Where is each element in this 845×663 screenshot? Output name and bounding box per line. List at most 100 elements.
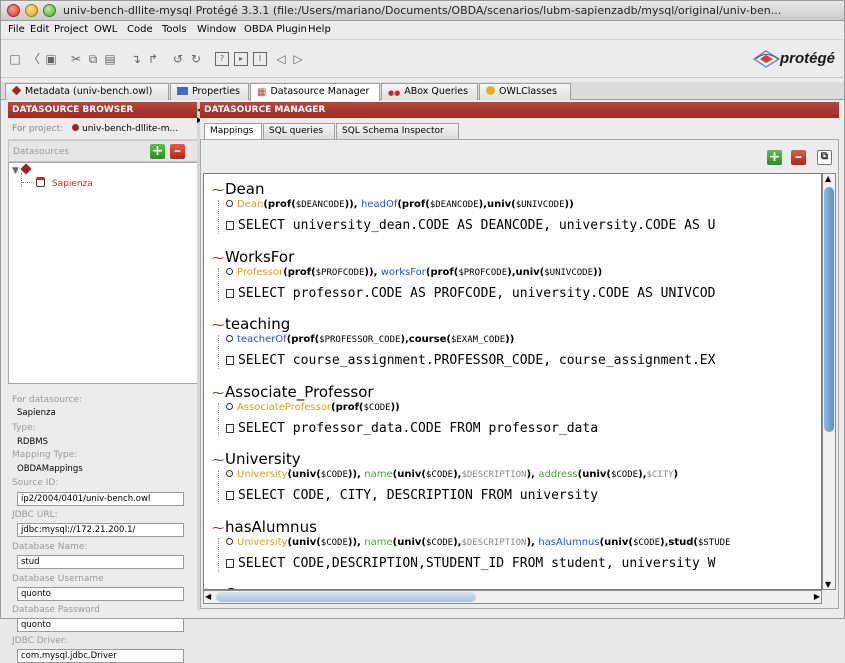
- save-icon[interactable]: ▣: [44, 52, 58, 66]
- menu-window[interactable]: Window: [197, 24, 236, 35]
- mapping-id[interactable]: ⁓WorksFor: [212, 248, 294, 266]
- copy-icon[interactable]: ⧉: [86, 52, 100, 66]
- database-password-field[interactable]: quonto: [17, 618, 184, 632]
- head-circle-icon: [226, 537, 233, 545]
- menu-tools[interactable]: Tools: [162, 24, 187, 35]
- scroll-right-icon[interactable]: ▶: [814, 592, 820, 601]
- tab-owlclasses[interactable]: OWLClasses: [479, 83, 571, 100]
- tab-datasource-manager[interactable]: ▦ Datasource Manager: [250, 83, 380, 101]
- menu-project[interactable]: Project: [54, 24, 88, 35]
- project-value-text: univ-bench-dllite-m...: [82, 124, 179, 134]
- head-token: address: [538, 469, 578, 480]
- paste-icon[interactable]: ▤: [103, 52, 117, 66]
- menu-file[interactable]: File: [8, 24, 25, 35]
- close-window-button[interactable]: [7, 4, 20, 17]
- add-datasource-button[interactable]: +: [150, 144, 165, 159]
- mapping-id[interactable]: ⁓hasAlumnus: [212, 518, 317, 536]
- mapping-sql[interactable]: SELECT university_dean.CODE AS DEANCODE,…: [226, 218, 715, 233]
- forward-icon[interactable]: ▷: [291, 52, 305, 66]
- mapping-sql[interactable]: SELECT CODE,DESCRIPTION,STUDENT_ID FROM …: [226, 556, 715, 571]
- database-name-field[interactable]: stud: [17, 555, 184, 569]
- import-icon[interactable]: ↴: [129, 52, 143, 66]
- head-token: ),: [526, 469, 539, 480]
- source-id-label: Source ID:: [12, 478, 59, 488]
- back-icon[interactable]: ◁: [274, 52, 288, 66]
- subtab-sql-queries[interactable]: SQL queries: [263, 123, 335, 139]
- instance-icon[interactable]: I: [253, 52, 267, 66]
- menu-obda-plugin[interactable]: OBDA Plugin: [244, 24, 307, 35]
- tab-properties[interactable]: Properties: [170, 83, 249, 100]
- subtab-sql-schema-inspector[interactable]: SQL Schema Inspector: [336, 123, 459, 139]
- head-token: )): [593, 266, 603, 278]
- datasource-manager-header: DATASOURCE MANAGER: [200, 102, 839, 118]
- tree-line: [218, 537, 219, 572]
- mapping-head[interactable]: University(univ($CODE)), name(univ($CODE…: [226, 537, 731, 548]
- mapping-head[interactable]: AssociateProfessor(prof($CODE)): [226, 402, 400, 413]
- scroll-up-icon[interactable]: ▲: [825, 174, 831, 183]
- scroll-left-icon[interactable]: ◀: [205, 592, 211, 601]
- title-bar: univ-bench-dllite-mysql Protégé 3.3.1 (f…: [1, 1, 844, 21]
- horizontal-scrollbar[interactable]: ◀ ▶: [203, 590, 822, 604]
- menu-code[interactable]: Code: [127, 24, 153, 35]
- undo-icon[interactable]: ↺: [171, 52, 185, 66]
- open-folder-icon[interactable]: 〈: [27, 52, 41, 66]
- menu-edit[interactable]: Edit: [30, 24, 49, 35]
- datasource-tree: ▼ Sapienza: [8, 162, 200, 384]
- menu-help[interactable]: Help: [308, 24, 331, 35]
- head-token: )),: [347, 536, 365, 548]
- subtab-mappings[interactable]: Mappings: [204, 123, 262, 139]
- jdbc-driver-field[interactable]: com.mysql.jdbc.Driver: [17, 649, 184, 663]
- mapping-id[interactable]: ⁓teaching: [212, 315, 290, 333]
- remove-mapping-button[interactable]: –: [791, 150, 806, 165]
- head-token: (univ(: [577, 469, 611, 480]
- help-icon[interactable]: ?: [215, 52, 229, 66]
- sql-text: SELECT CODE, CITY, DESCRIPTION FROM univ…: [238, 488, 599, 503]
- source-id-field[interactable]: ip2/2004/0401/univ-bench.owl: [17, 492, 184, 506]
- mapping-head[interactable]: teacherOf(prof($PROFESSOR_CODE),course($…: [226, 334, 514, 345]
- head-token: $PROFCODE: [315, 267, 365, 278]
- mapping-head[interactable]: University(univ($CODE)), name(univ($CODE…: [226, 469, 678, 480]
- tab-owlclasses-label: OWLClasses: [499, 86, 557, 97]
- window-title: univ-bench-dllite-mysql Protégé 3.3.1 (f…: [63, 4, 782, 17]
- form-icon[interactable]: ▸: [234, 52, 248, 66]
- mapping-sql[interactable]: SELECT professor_data.CODE FROM professo…: [226, 421, 598, 436]
- mapping-sql[interactable]: SELECT professor.CODE AS PROFCODE, unive…: [226, 286, 715, 301]
- database-username-field[interactable]: quonto: [17, 587, 184, 601]
- head-token: )): [390, 401, 400, 413]
- sapienza-node[interactable]: Sapienza: [36, 177, 93, 189]
- export-icon[interactable]: ↱: [146, 52, 160, 66]
- tab-metadata[interactable]: Metadata (univ-bench.owl): [5, 83, 169, 100]
- mapping-node-icon: ⁓: [212, 183, 224, 197]
- zoom-window-button[interactable]: [43, 4, 56, 17]
- new-file-icon[interactable]: □: [8, 52, 22, 66]
- project-label: For project:: [12, 124, 64, 134]
- mapping-node-icon: ⁓: [212, 520, 224, 535]
- mapping-id[interactable]: ⁓University: [212, 450, 301, 468]
- vertical-scrollbar[interactable]: ▲ ▼: [822, 173, 836, 590]
- horizontal-scroll-thumb[interactable]: [216, 592, 476, 602]
- mapping-id[interactable]: ⁓Dean: [212, 180, 264, 198]
- jdbc-url-label: JDBC URL:: [12, 510, 58, 520]
- add-mapping-button[interactable]: +: [767, 150, 782, 165]
- mapping-head[interactable]: Professor(prof($PROFCODE)), worksFor(pro…: [226, 267, 602, 278]
- jdbc-url-field[interactable]: jdbc:mysql://172.21.200.1/: [17, 523, 184, 537]
- cut-icon[interactable]: ✂: [69, 52, 83, 66]
- redo-icon[interactable]: ↻: [189, 52, 203, 66]
- tree-expand-icon[interactable]: ▼: [12, 166, 19, 176]
- mapping-id-text: teaching: [225, 315, 291, 333]
- tab-abox-queries[interactable]: ●● ABox Queries: [381, 83, 478, 100]
- duplicate-mapping-button[interactable]: ⧉: [817, 150, 832, 165]
- scroll-down-icon[interactable]: ▼: [825, 580, 831, 589]
- mapping-id[interactable]: ⁓Associate_Professor: [212, 383, 374, 401]
- project-value: univ-bench-dllite-m...: [72, 124, 178, 134]
- tree-line: [218, 267, 219, 302]
- head-token: $DEANCODE: [429, 200, 479, 210]
- mapping-head[interactable]: Dean(prof($DEANCODE)), headOf(prof($DEAN…: [226, 199, 574, 210]
- mapping-sql[interactable]: SELECT CODE, CITY, DESCRIPTION FROM univ…: [226, 488, 598, 503]
- minimize-window-button[interactable]: [25, 4, 38, 17]
- remove-datasource-button[interactable]: –: [170, 144, 185, 159]
- mapping-sql[interactable]: SELECT course_assignment.PROFESSOR_CODE,…: [226, 353, 715, 368]
- menu-owl[interactable]: OWL: [94, 24, 117, 35]
- tree-line: [218, 335, 219, 369]
- vertical-scroll-thumb[interactable]: [824, 187, 834, 432]
